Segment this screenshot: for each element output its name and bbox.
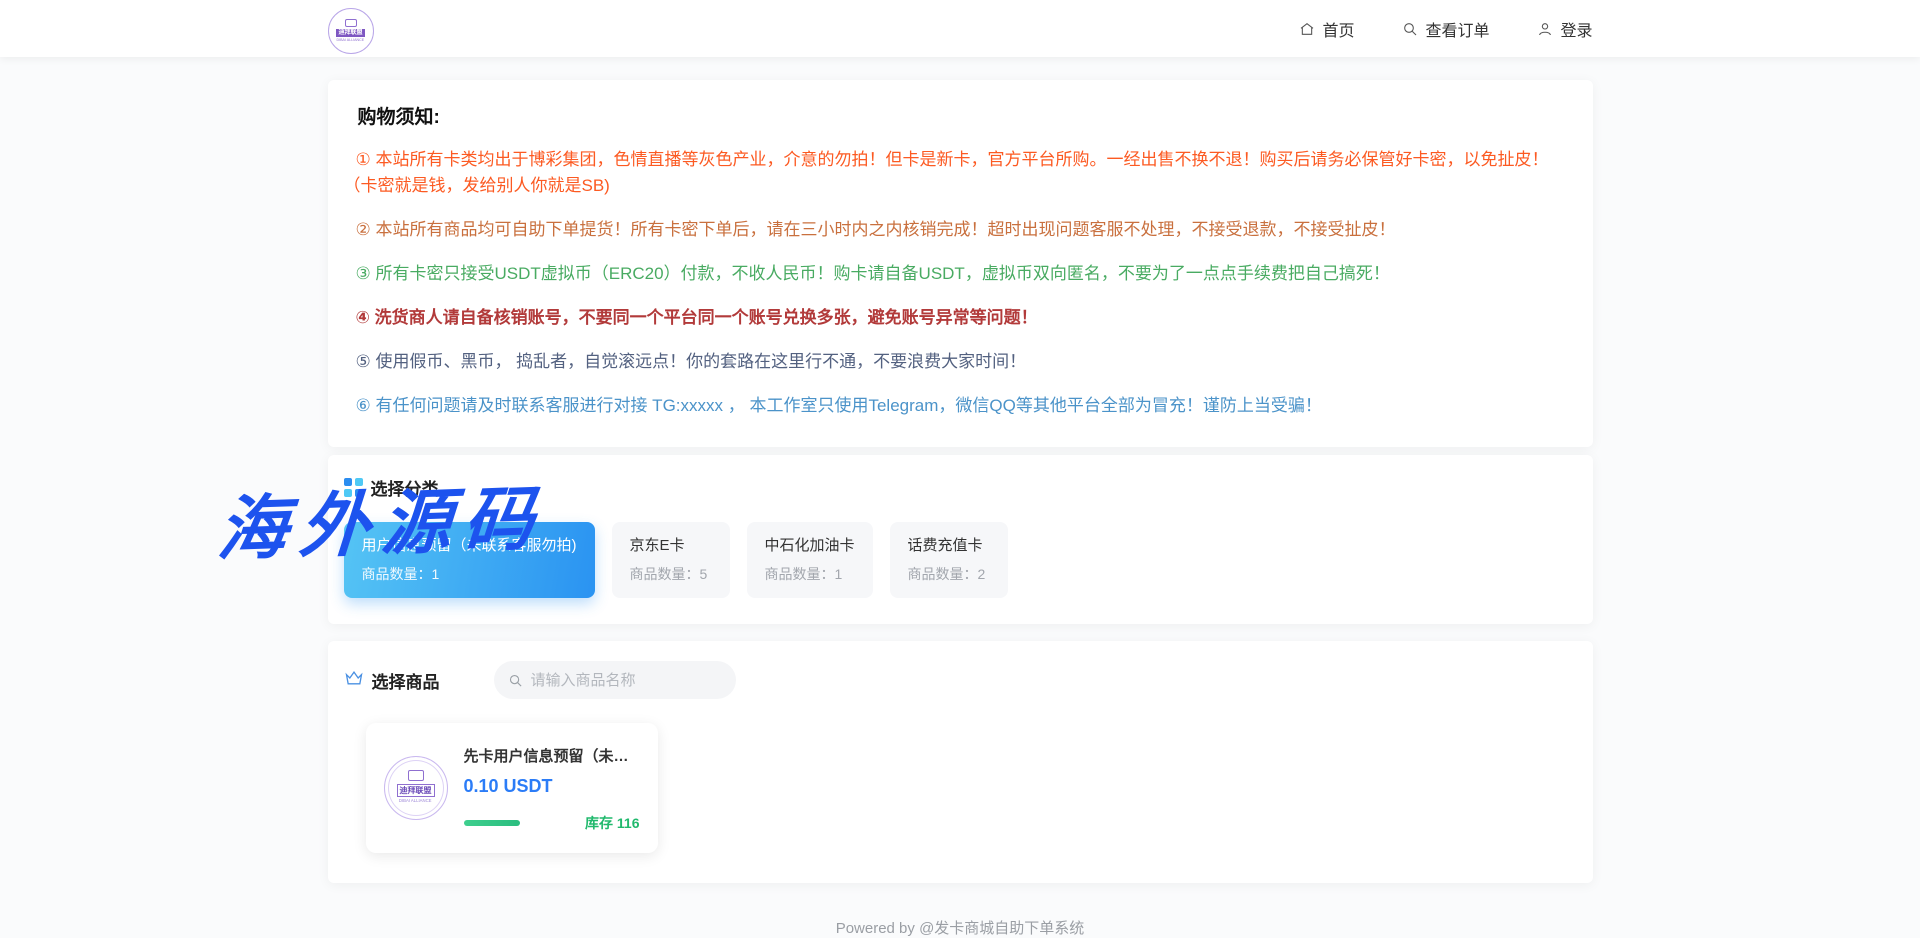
category-name: 中石化加油卡: [765, 534, 855, 555]
stock-progress-bar: [464, 820, 520, 826]
category-list: 用户信息预留（未联系客服勿拍) 商品数量：1 京东E卡 商品数量：5 中石化加油…: [344, 522, 1577, 598]
nav-view-orders[interactable]: 查看订单: [1402, 17, 1489, 41]
category-count: 商品数量：5: [630, 564, 712, 584]
notice-item-5: ⑤ 使用假币、黑币， 捣乱者，自觉滚远点！你的套路在这里行不通，不要浪费大家时间…: [344, 349, 1577, 375]
nav-orders-label: 查看订单: [1425, 17, 1489, 41]
notice-item-3: ③ 所有卡密只接受USDT虚拟币（ERC20）付款，不收人民币！购卡请自备USD…: [344, 261, 1577, 287]
user-icon: [1537, 21, 1553, 37]
category-grid-icon: [344, 478, 363, 497]
category-name: 京东E卡: [630, 534, 712, 555]
footer-text: Powered by @发卡商城自助下单系统: [328, 917, 1593, 938]
product-card[interactable]: 迪拜联盟 DIBAI ALLIANCE 先卡用户信息预留（未联... 0.10 …: [366, 723, 658, 853]
category-count: 商品数量：1: [362, 564, 577, 584]
logo-text-cn: 迪拜联盟: [336, 29, 364, 37]
notice-item-4: ④ 洗货商人请自备核销账号，不要同一个平台同一个账号兑换多张，避免账号异常等问题…: [344, 305, 1577, 331]
main-nav: 首页 查看订单 登录: [1299, 17, 1592, 41]
category-item-phone-topup[interactable]: 话费充值卡 商品数量：2: [890, 522, 1008, 598]
product-logo-text-cn: 迪拜联盟: [397, 784, 435, 797]
notice-item-2: ② 本站所有商品均可自助下单提货！所有卡密下单后，请在三小时内之内核销完成！超时…: [344, 217, 1577, 243]
category-section-title: 选择分类: [371, 475, 439, 500]
product-search-input[interactable]: [531, 672, 722, 689]
home-icon: [1299, 21, 1315, 37]
category-item-sinopec-fuel[interactable]: 中石化加油卡 商品数量：1: [747, 522, 873, 598]
notice-item-1: ① 本站所有卡类均出于博彩集团，色情直播等灰色产业，介意的勿拍！但卡是新卡，官方…: [344, 147, 1577, 199]
notice-item-6: ⑥ 有任何问题请及时联系客服进行对接 TG:xxxxx ， 本工作室只使用Tel…: [344, 393, 1577, 419]
product-section-title: 选择商品: [372, 668, 440, 693]
logo-card-icon: [408, 770, 424, 781]
crown-icon: [344, 669, 364, 692]
logo-card-icon: [345, 19, 357, 27]
nav-login[interactable]: 登录: [1537, 17, 1592, 41]
search-icon: [508, 673, 523, 688]
category-section-card: 选择分类 用户信息预留（未联系客服勿拍) 商品数量：1 京东E卡 商品数量：5 …: [328, 455, 1593, 624]
product-logo-text-en: DIBAI ALLIANCE: [399, 798, 432, 806]
stock-label: 库存 116: [585, 813, 639, 833]
site-logo[interactable]: 迪拜联盟 DIBAI ALLIANCE: [328, 8, 374, 54]
search-icon: [1402, 21, 1418, 37]
nav-home[interactable]: 首页: [1299, 17, 1354, 41]
product-price: 0.10 USDT: [464, 776, 640, 797]
category-count: 商品数量：1: [765, 564, 855, 584]
shopping-notice-card: 购物须知: ① 本站所有卡类均出于博彩集团，色情直播等灰色产业，介意的勿拍！但卡…: [328, 80, 1593, 447]
category-item-jd-ecard[interactable]: 京东E卡 商品数量：5: [612, 522, 730, 598]
category-name: 话费充值卡: [908, 534, 990, 555]
logo-text-en: DIBAI ALLIANCE: [337, 37, 365, 42]
nav-home-label: 首页: [1322, 17, 1354, 41]
product-logo: 迪拜联盟 DIBAI ALLIANCE: [384, 756, 448, 820]
category-count: 商品数量：2: [908, 564, 990, 584]
nav-login-label: 登录: [1560, 17, 1592, 41]
notice-title: 购物须知:: [358, 102, 1577, 129]
category-item-user-info[interactable]: 用户信息预留（未联系客服勿拍) 商品数量：1: [344, 522, 595, 598]
product-section-card: 选择商品 迪拜联盟 DIBAI ALLIANCE 先卡用户信息预留（未联... …: [328, 641, 1593, 883]
product-search-box: [494, 661, 736, 699]
product-name: 先卡用户信息预留（未联...: [464, 745, 640, 766]
category-name: 用户信息预留（未联系客服勿拍): [362, 534, 577, 555]
top-navigation-bar: 迪拜联盟 DIBAI ALLIANCE 首页 查看订单 登录: [0, 0, 1920, 57]
